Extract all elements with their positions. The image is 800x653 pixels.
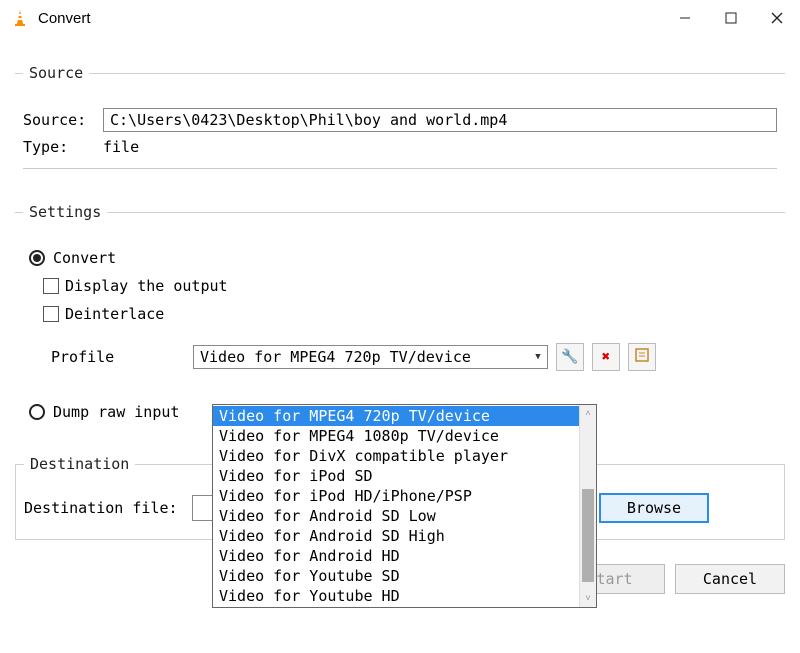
cancel-button[interactable]: Cancel [675,564,785,594]
source-legend: Source [23,64,89,82]
profile-dropdown: Video for MPEG4 720p TV/device Video for… [212,404,597,608]
checkbox-icon [43,306,59,322]
source-group: Source Source: Type: file [15,64,785,185]
profile-option[interactable]: Video for MPEG4 720p TV/device [213,406,579,426]
source-label: Source: [23,111,103,129]
radio-icon [29,250,45,266]
scroll-track[interactable] [580,422,596,590]
profile-option[interactable]: Video for iPod HD/iPhone/PSP [213,486,579,506]
edit-profile-button[interactable]: 🔧 [556,343,584,371]
profile-option[interactable]: Video for Android SD Low [213,506,579,526]
profile-dropdown-list: Video for MPEG4 720p TV/device Video for… [213,405,579,607]
delete-icon: ✖ [602,349,610,365]
new-profile-button[interactable] [628,343,656,371]
deinterlace-checkbox-row[interactable]: Deinterlace [23,305,777,323]
profile-option[interactable]: Video for MPEG4 1080p TV/device [213,426,579,446]
browse-button[interactable]: Browse [599,493,709,523]
radio-icon [29,404,45,420]
profile-option[interactable]: Video for DivX compatible player [213,446,579,466]
profile-select[interactable]: Video for MPEG4 720p TV/device ▼ [193,345,548,369]
display-output-checkbox-row[interactable]: Display the output [23,277,777,295]
new-profile-icon [634,347,650,367]
scroll-down-icon[interactable]: ˅ [580,590,596,607]
minimize-button[interactable] [662,0,708,36]
profile-option[interactable]: Video for Android SD High [213,526,579,546]
delete-profile-button[interactable]: ✖ [592,343,620,371]
dump-raw-label: Dump raw input [53,403,179,421]
deinterlace-label: Deinterlace [65,305,164,323]
profile-option[interactable]: Video for iPod SD [213,466,579,486]
vlc-cone-icon [10,8,30,28]
settings-legend: Settings [23,203,107,221]
divider [23,168,777,169]
profile-option[interactable]: Video for Android HD [213,546,579,566]
type-label: Type: [23,138,103,156]
display-output-label: Display the output [65,277,228,295]
maximize-button[interactable] [708,0,754,36]
scroll-thumb[interactable] [582,489,594,581]
profile-option[interactable]: Video for Youtube SD [213,566,579,586]
close-button[interactable] [754,0,800,36]
titlebar: Convert [0,0,800,36]
wrench-icon: 🔧 [561,349,578,365]
dropdown-scrollbar[interactable]: ˄ ˅ [579,405,596,607]
scroll-up-icon[interactable]: ˄ [580,405,596,422]
source-input[interactable] [103,108,777,132]
destination-file-label: Destination file: [24,499,192,517]
destination-legend: Destination [24,455,135,473]
window-title: Convert [38,10,662,27]
convert-radio-label: Convert [53,249,116,267]
type-value: file [103,138,139,156]
checkbox-icon [43,278,59,294]
profile-selected-text: Video for MPEG4 720p TV/device [200,348,471,366]
profile-label: Profile [23,348,193,366]
profile-option[interactable]: Video for Youtube HD [213,586,579,606]
chevron-down-icon: ▼ [529,346,547,368]
convert-radio-row[interactable]: Convert [23,249,777,267]
